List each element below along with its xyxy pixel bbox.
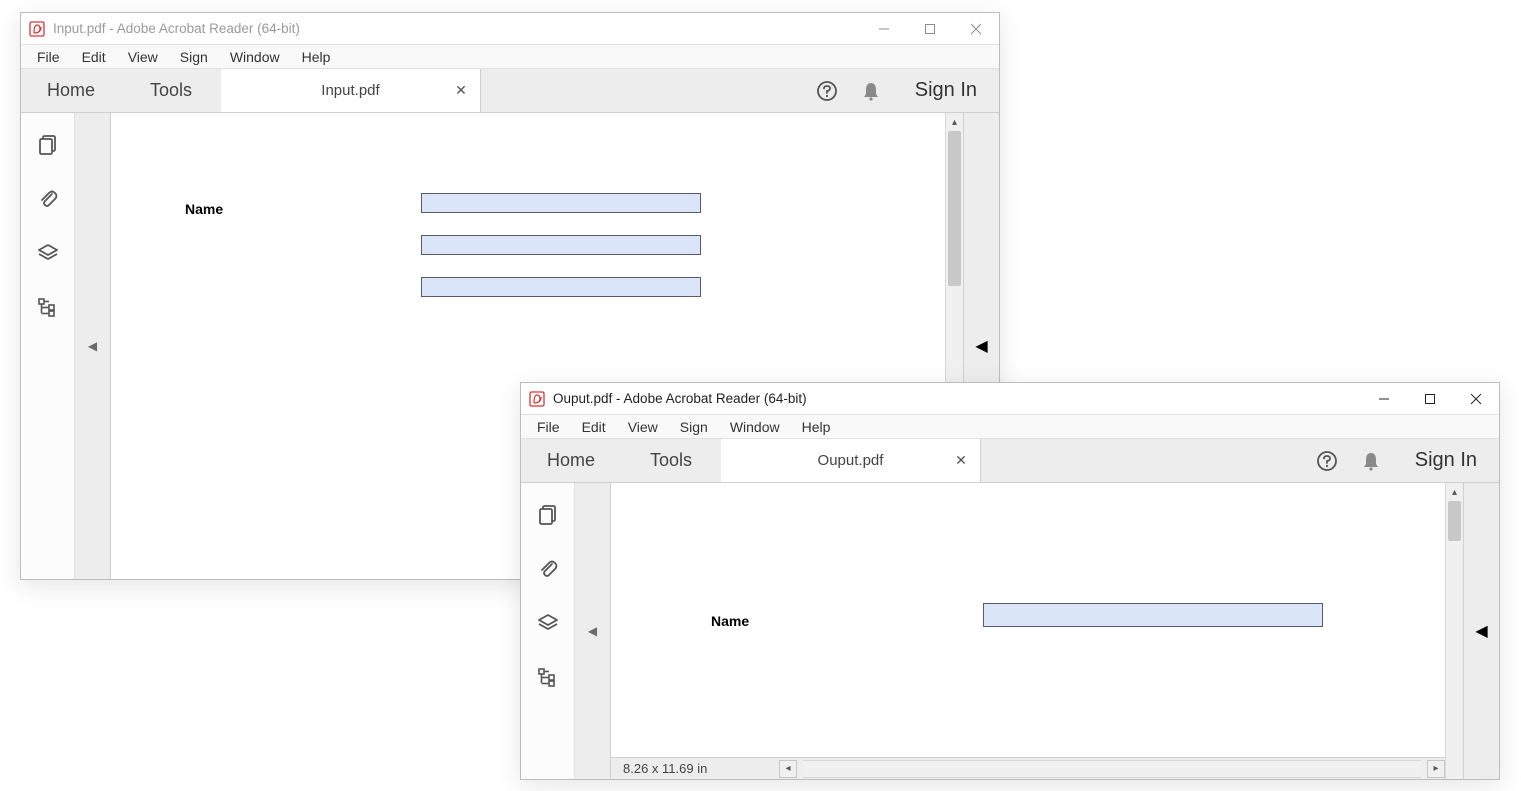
- titlebar[interactable]: Input.pdf - Adobe Acrobat Reader (64-bit…: [21, 13, 999, 45]
- menu-window[interactable]: Window: [720, 417, 790, 437]
- bookmarks-icon[interactable]: [534, 663, 562, 691]
- vertical-scrollbar[interactable]: ▴: [1445, 483, 1463, 779]
- document-area: ◀ Name 8.26 x 11.69 in ◂ ▸ ▴ ◀: [521, 483, 1499, 779]
- statusbar: 8.26 x 11.69 in ◂ ▸: [611, 757, 1445, 779]
- document-tab-close-icon[interactable]: ✕: [452, 82, 470, 100]
- menu-window[interactable]: Window: [220, 47, 290, 67]
- menu-file[interactable]: File: [527, 417, 570, 437]
- right-pane-toggle[interactable]: ◀: [1463, 483, 1499, 779]
- menu-edit[interactable]: Edit: [572, 417, 616, 437]
- maximize-button[interactable]: [907, 13, 953, 45]
- scroll-up-icon[interactable]: ▴: [1446, 483, 1463, 501]
- home-tab[interactable]: Home: [21, 69, 121, 112]
- thumbnails-icon[interactable]: [34, 131, 62, 159]
- menubar: File Edit View Sign Window Help: [521, 415, 1499, 439]
- tabstrip: Home Tools Ouput.pdf ✕ Sign In: [521, 439, 1499, 483]
- menu-view[interactable]: View: [618, 417, 668, 437]
- form-text-field[interactable]: [421, 193, 701, 213]
- minimize-button[interactable]: [861, 13, 907, 45]
- tools-tab[interactable]: Tools: [621, 439, 721, 482]
- document-tab[interactable]: Input.pdf ✕: [221, 69, 481, 112]
- close-button[interactable]: [953, 13, 999, 45]
- triangle-left-icon: ◀: [975, 336, 987, 356]
- tools-tab[interactable]: Tools: [121, 69, 221, 112]
- menu-file[interactable]: File: [27, 47, 70, 67]
- menu-help[interactable]: Help: [792, 417, 841, 437]
- app-icon: [21, 21, 53, 37]
- document-tab-label: Ouput.pdf: [818, 452, 884, 469]
- scroll-thumb[interactable]: [948, 131, 961, 286]
- thumbnails-icon[interactable]: [534, 501, 562, 529]
- window-title: Input.pdf - Adobe Acrobat Reader (64-bit…: [53, 21, 861, 36]
- form-text-field[interactable]: [983, 603, 1323, 627]
- triangle-left-icon: ◀: [88, 339, 97, 353]
- document-tab-close-icon[interactable]: ✕: [952, 452, 970, 470]
- menu-sign[interactable]: Sign: [170, 47, 218, 67]
- minimize-button[interactable]: [1361, 383, 1407, 415]
- help-icon[interactable]: [805, 69, 849, 112]
- hscroll-left-icon[interactable]: ◂: [779, 760, 797, 778]
- left-pane-toggle[interactable]: ◀: [575, 483, 611, 779]
- help-icon[interactable]: [1305, 439, 1349, 482]
- layers-icon[interactable]: [34, 239, 62, 267]
- triangle-left-icon: ◀: [1475, 621, 1487, 641]
- signin-button[interactable]: Sign In: [893, 69, 999, 112]
- menu-help[interactable]: Help: [292, 47, 341, 67]
- maximize-button[interactable]: [1407, 383, 1453, 415]
- bookmarks-icon[interactable]: [34, 293, 62, 321]
- layers-icon[interactable]: [534, 609, 562, 637]
- form-label-name: Name: [185, 201, 223, 217]
- signin-button[interactable]: Sign In: [1393, 439, 1499, 482]
- menu-sign[interactable]: Sign: [670, 417, 718, 437]
- form-label-name: Name: [711, 613, 749, 629]
- tabstrip: Home Tools Input.pdf ✕ Sign In: [21, 69, 999, 113]
- close-button[interactable]: [1453, 383, 1499, 415]
- hscroll-right-icon[interactable]: ▸: [1427, 760, 1445, 778]
- app-icon: [521, 391, 553, 407]
- acrobat-window-output: Ouput.pdf - Adobe Acrobat Reader (64-bit…: [520, 382, 1500, 780]
- document-tab-label: Input.pdf: [321, 82, 379, 99]
- document-tab[interactable]: Ouput.pdf ✕: [721, 439, 981, 482]
- scroll-up-icon[interactable]: ▴: [946, 113, 963, 131]
- scroll-thumb[interactable]: [1448, 501, 1461, 541]
- menubar: File Edit View Sign Window Help: [21, 45, 999, 69]
- attachments-icon[interactable]: [534, 555, 562, 583]
- menu-view[interactable]: View: [118, 47, 168, 67]
- left-pane-toggle[interactable]: ◀: [75, 113, 111, 579]
- window-title: Ouput.pdf - Adobe Acrobat Reader (64-bit…: [553, 391, 1361, 406]
- horizontal-scrollbar[interactable]: [803, 760, 1421, 778]
- triangle-left-icon: ◀: [588, 624, 597, 638]
- titlebar[interactable]: Ouput.pdf - Adobe Acrobat Reader (64-bit…: [521, 383, 1499, 415]
- home-tab[interactable]: Home: [521, 439, 621, 482]
- bell-icon[interactable]: [1349, 439, 1393, 482]
- bell-icon[interactable]: [849, 69, 893, 112]
- page-size-readout: 8.26 x 11.69 in: [623, 761, 773, 776]
- menu-edit[interactable]: Edit: [72, 47, 116, 67]
- page-canvas[interactable]: Name: [611, 483, 1445, 757]
- form-text-field[interactable]: [421, 277, 701, 297]
- left-nav: [21, 113, 75, 579]
- left-nav: [521, 483, 575, 779]
- attachments-icon[interactable]: [34, 185, 62, 213]
- form-text-field[interactable]: [421, 235, 701, 255]
